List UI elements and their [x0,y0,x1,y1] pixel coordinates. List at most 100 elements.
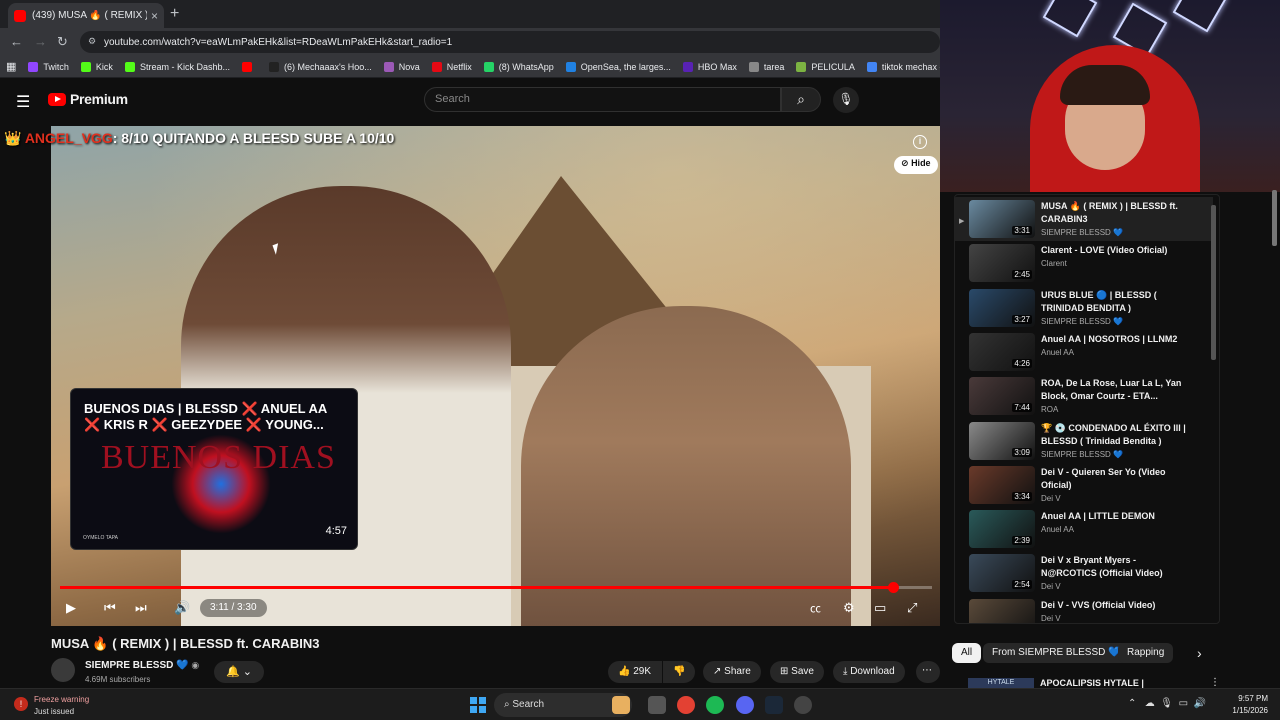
download-button[interactable]: ⤓ Download [833,661,905,683]
playlist-item[interactable]: 3:27 URUS BLUE 🔵 | BLESSD ( TRINIDAD BEND… [955,286,1213,330]
windows-taskbar: ! Freeze warning Just issued ⌕ Search ⌃ … [0,688,1280,720]
bookmark-item[interactable]: HBO Max [682,61,737,72]
site-info-icon[interactable]: ⚙ [88,36,96,47]
recommendation-thumbnail[interactable]: HYTALE [968,678,1034,688]
search-input[interactable]: Search [424,87,781,112]
bookmark-item[interactable]: PELICULA [796,61,855,72]
bookmark-item[interactable]: Twitch [28,61,69,72]
scrubber-handle[interactable] [887,582,899,593]
playlist-thumbnail[interactable]: 3:34 [969,466,1035,504]
playlist-thumbnail[interactable]: 4:26 [969,333,1035,371]
fullscreen-icon[interactable]: ⤢ [907,600,917,616]
address-bar[interactable]: ⚙ youtube.com/watch?v=eaWLmPakEHk&list=R… [80,31,940,53]
playlist-thumbnail[interactable]: 3:27 [969,289,1035,327]
playlist-item[interactable]: 3:34 Dei V - Quieren Ser Yo (Video Oficia… [955,463,1213,507]
bookmark-item[interactable]: OpenSea, the larges... [565,61,671,72]
browser-tab[interactable]: (439) MUSA 🔥 ( REMIX ) | BLESSD × [8,3,164,28]
obs-icon[interactable] [794,696,812,714]
settings-gear-icon[interactable]: ⚙ [843,600,855,616]
notification-bell-button[interactable]: 🔔 ⌄ [214,661,264,683]
captions-icon[interactable]: ㏄ [810,600,821,616]
windows-start-icon[interactable] [470,697,486,713]
video-player[interactable] [51,126,940,626]
playlist-thumbnail[interactable] [969,599,1035,623]
playlist-title: Dei V - Quieren Ser Yo (Video Oficial) [1041,467,1166,490]
playlist-scrollbar[interactable] [1211,205,1216,360]
playlist-item[interactable]: 7:44 ROA, De La Rose, Luar La L, Yan Bloc… [955,374,1213,418]
bookmark-item[interactable] [241,61,257,72]
playlist-thumbnail[interactable]: 2:45 [969,244,1035,282]
share-button[interactable]: ↗ Share [703,661,761,683]
channel-name[interactable]: SIEMPRE BLESSD 💙 ◉ [85,660,199,671]
dislike-button[interactable]: 👎 [663,661,695,683]
miniplayer-icon[interactable]: ▭ [874,600,886,616]
reload-icon[interactable]: ↻ [57,34,68,50]
chat-username: ANGEL_VGG [24,130,113,146]
search-button[interactable]: ⌕ [781,87,821,112]
progress-bar[interactable] [60,582,932,593]
playlist-thumbnail[interactable]: 2:39 [969,510,1035,548]
steam-icon[interactable] [765,696,783,714]
channel-avatar[interactable] [51,658,75,682]
playlist-thumbnail[interactable]: 3:09 [969,422,1035,460]
more-actions-button[interactable]: ⋯ [916,661,940,683]
bookmark-item[interactable]: Stream - Kick Dashb... [124,61,230,72]
playlist-title: Dei V - VVS (Official Video) [1041,600,1156,610]
youtube-premium-logo[interactable]: Premium [48,91,128,107]
back-arrow-icon[interactable]: ← [10,34,23,49]
speaker-icon: 🔊 [1193,698,1207,709]
hide-label: Hide [911,158,931,168]
chrome-icon[interactable] [677,696,695,714]
next-icon[interactable]: ⏭ [135,600,147,616]
voice-search-button[interactable]: 🎙 [833,87,859,113]
chip-all[interactable]: All [952,643,982,663]
bookmark-item[interactable]: Nova [383,61,420,72]
more-vertical-icon[interactable]: ⋮ [1210,677,1220,688]
playlist-item[interactable]: 2:54 Dei V x Bryant Myers - N@RCOTICS (Of… [955,551,1213,595]
spotify-icon[interactable] [706,696,724,714]
playlist-duration: 3:27 [1012,315,1032,324]
mic-tray-icon: 🎙 [1160,698,1173,709]
bookmark-item[interactable]: (6) Mechaaax's Hoo... [268,61,372,72]
page-scrollbar[interactable] [1272,190,1277,246]
playlist-item[interactable]: 4:26 Anuel AA | NOSOTROS | LLNM2 Anuel AA [955,330,1213,374]
playlist-item[interactable]: ▶ 3:31 MUSA 🔥 ( REMIX ) | BLESSD ft. CARAB… [955,197,1213,241]
playlist-item[interactable]: 3:09 🏆 💿 CONDENADO AL ÉXITO lll | BLESSD … [955,419,1213,463]
bookmark-item[interactable]: Netflix [431,61,472,72]
bookmark-item[interactable]: Kick [80,61,113,72]
recommendation-title[interactable]: APOCALIPSIS HYTALE | [1040,678,1144,688]
forward-arrow-icon[interactable]: → [34,34,47,49]
endscreen-video-card[interactable]: BUENOS DIAS BUENOS DIAS | BLESSD ❌ ANUEL… [70,388,358,550]
previous-icon[interactable]: ⏮ [104,600,116,616]
apps-grid-icon[interactable]: ▦ [6,60,16,73]
info-icon[interactable]: i [913,135,927,149]
new-tab-button[interactable]: + [170,5,179,23]
hide-button[interactable]: ⊘ Hide [894,156,938,174]
playlist-thumbnail[interactable]: 7:44 [969,377,1035,415]
playlist-item[interactable]: 2:45 Clarent - LOVE (Video Oficial) Claren… [955,241,1213,285]
bookmark-item[interactable]: tarea [748,61,784,72]
save-button[interactable]: ⊞ Save [770,661,824,683]
chevron-right-icon[interactable]: › [1197,645,1202,661]
playlist-item[interactable]: Dei V - VVS (Official Video) Dei V [955,596,1213,623]
search-highlight-icon[interactable] [612,696,630,714]
progress-fill [60,586,893,589]
task-view-icon[interactable] [648,696,666,714]
discord-icon[interactable] [736,696,754,714]
close-tab-icon[interactable]: × [151,9,158,23]
like-button[interactable]: 👍 29K [608,661,662,683]
play-icon[interactable]: ▶ [66,600,76,616]
bookmark-item[interactable]: (8) WhatsApp [483,61,554,72]
taskbar-clock[interactable]: 9:57 PM 1/15/2026 [1222,693,1268,717]
playlist-item[interactable]: 2:39 Anuel AA | LITTLE DEMON Anuel AA [955,507,1213,551]
volume-icon[interactable]: 🔊 [174,600,190,616]
playlist-thumbnail[interactable]: 3:31 [969,200,1035,238]
system-tray[interactable]: ⌃ ☁ 🎙 ▭ 🔊 [1128,698,1206,709]
playlist-thumbnail[interactable]: 2:54 [969,554,1035,592]
chip-from-channel[interactable]: From SIEMPRE BLESSD 💙 [983,643,1130,663]
bookmark-item[interactable]: tiktok mechax - Go... [866,61,940,72]
playlist-channel: SIEMPRE BLESSD 💙 [1041,450,1123,459]
chip-rapping[interactable]: Rapping [1118,643,1174,663]
search-icon: ⌕ [797,91,805,107]
hamburger-menu-icon[interactable]: ☰ [16,92,30,112]
